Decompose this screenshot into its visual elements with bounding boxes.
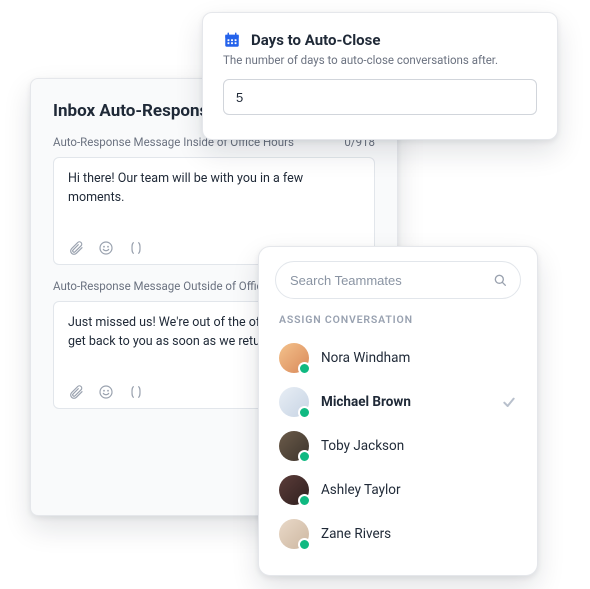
avatar <box>279 431 309 461</box>
teammate-row[interactable]: Michael Brown <box>275 380 521 424</box>
avatar <box>279 519 309 549</box>
avatar <box>279 343 309 373</box>
teammate-name: Nora Windham <box>321 350 410 366</box>
teammate-name: Michael Brown <box>321 394 411 410</box>
auto-close-card: Days to Auto-Close The number of days to… <box>202 12 558 140</box>
check-icon <box>501 394 517 410</box>
auto-close-input[interactable] <box>223 79 537 115</box>
attach-icon[interactable] <box>68 384 84 400</box>
emoji-icon[interactable] <box>98 384 114 400</box>
auto-close-description: The number of days to auto-close convers… <box>223 53 537 67</box>
teammate-row[interactable]: Ashley Taylor <box>275 468 521 512</box>
variable-icon[interactable] <box>128 240 144 256</box>
search-teammates-input[interactable] <box>288 272 492 289</box>
teammate-row[interactable]: Zane Rivers <box>275 512 521 556</box>
search-icon[interactable] <box>492 272 508 288</box>
calendar-icon <box>223 31 241 49</box>
teammate-name: Toby Jackson <box>321 438 404 454</box>
avatar <box>279 475 309 505</box>
teammate-row[interactable]: Toby Jackson <box>275 424 521 468</box>
auto-close-title: Days to Auto-Close <box>251 31 380 49</box>
inside-hours-message[interactable]: Hi there! Our team will be with you in a… <box>68 170 360 208</box>
attach-icon[interactable] <box>68 240 84 256</box>
teammate-name: Ashley Taylor <box>321 482 401 498</box>
avatar <box>279 387 309 417</box>
teammate-row[interactable]: Nora Windham <box>275 336 521 380</box>
emoji-icon[interactable] <box>98 240 114 256</box>
variable-icon[interactable] <box>128 384 144 400</box>
popover-section-label: ASSIGN CONVERSATION <box>279 313 519 326</box>
teammate-name: Zane Rivers <box>321 526 391 542</box>
assign-conversation-popover: ASSIGN CONVERSATION Nora Windham Michael… <box>258 246 538 576</box>
teammate-list: Nora Windham Michael Brown Toby Jackson … <box>275 336 521 556</box>
search-teammates[interactable] <box>275 261 521 299</box>
